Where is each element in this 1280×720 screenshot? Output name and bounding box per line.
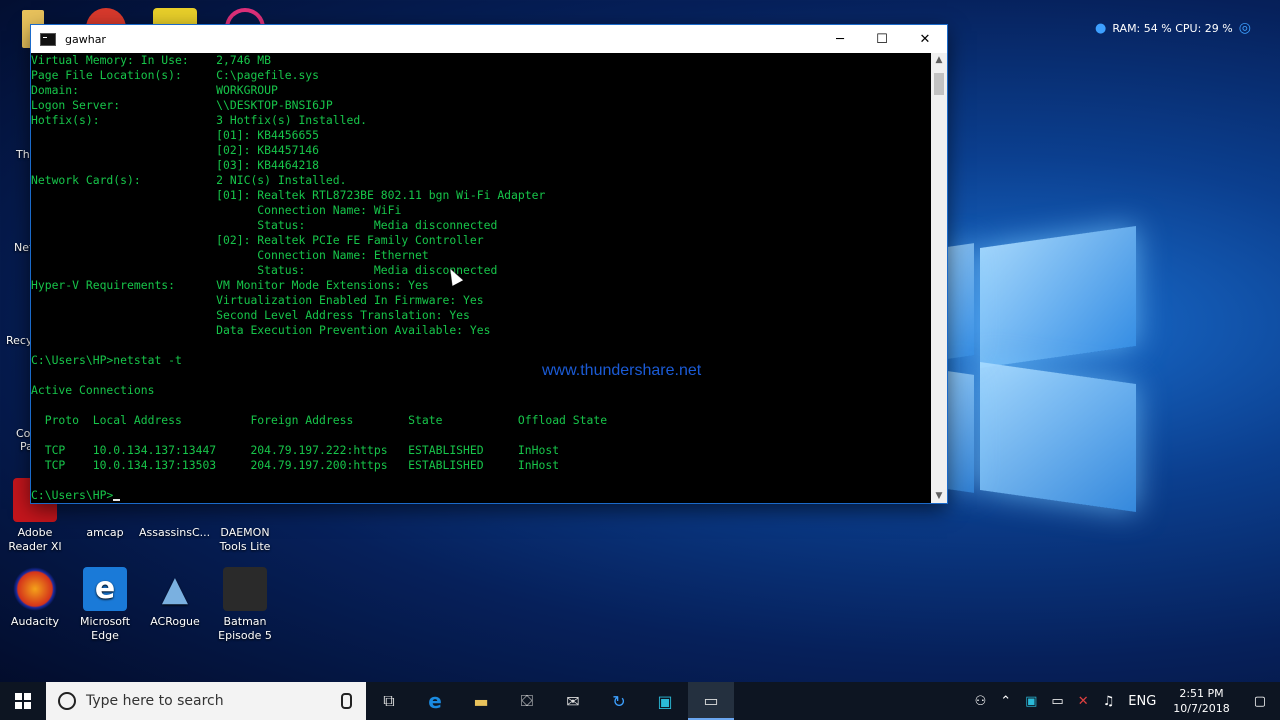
mail-icon[interactable]: ✉ xyxy=(550,682,596,720)
command-prompt-window[interactable]: gawhar ─ ☐ ✕ Virtual Memory: In Use: 2,7… xyxy=(31,25,947,503)
console-line: [02]: KB4457146 xyxy=(31,143,320,157)
console-line: C:\Users\HP> xyxy=(31,488,931,503)
desktop-icon-edge[interactable]: e Microsoft Edge xyxy=(70,567,140,643)
console-line: Network Card(s): 2 NIC(s) Installed. xyxy=(31,173,347,187)
file-explorer-icon[interactable]: ▬ xyxy=(458,682,504,720)
scroll-up-arrow-icon[interactable]: ▲ xyxy=(931,53,947,67)
rocket-icon[interactable]: ● xyxy=(1095,21,1106,36)
console-line: TCP 10.0.134.137:13447 204.79.197.222:ht… xyxy=(31,443,560,457)
windows-start-icon xyxy=(15,693,31,709)
console-line: Hyper-V Requirements: VM Monitor Mode Ex… xyxy=(31,278,429,292)
console-line: Domain: WORKGROUP xyxy=(31,83,278,97)
console-line: Connection Name: WiFi xyxy=(31,203,402,217)
text-cursor xyxy=(113,499,121,501)
console-line: Hotfix(s): 3 Hotfix(s) Installed. xyxy=(31,113,368,127)
language-indicator[interactable]: ENG xyxy=(1121,694,1163,709)
taskbar: Type here to search ⧉ e ▬ ⛋ ✉ ↻ ▣ ▭ ⚇ ⌃ … xyxy=(0,682,1280,720)
cmd-taskbar-icon[interactable]: ▭ xyxy=(688,682,734,720)
console-line: [01]: KB4456655 xyxy=(31,128,320,142)
desktop-icon-audacity[interactable]: Audacity xyxy=(0,567,70,629)
console-line: Logon Server: \\DESKTOP-BNSI6JP xyxy=(31,98,333,112)
console-line: Status: Media disconnected xyxy=(31,263,498,277)
screen-recorder-icon[interactable]: ▣ xyxy=(642,682,688,720)
console-line: [02]: Realtek PCIe FE Family Controller xyxy=(31,233,484,247)
tray-app-icon[interactable]: ▣ xyxy=(1018,694,1044,709)
microphone-icon[interactable] xyxy=(341,693,352,709)
console-line: Virtualization Enabled In Firmware: Yes xyxy=(31,293,484,307)
windows-logo-wallpaper xyxy=(948,215,1143,515)
volume-icon[interactable]: ♫ xyxy=(1096,694,1122,709)
desktop-icon-batman[interactable]: Batman Episode 5 xyxy=(210,567,280,643)
search-placeholder: Type here to search xyxy=(86,693,224,709)
cortana-icon xyxy=(58,692,76,710)
clock[interactable]: 2:51 PM 10/7/2018 xyxy=(1163,686,1239,716)
vertical-scrollbar[interactable]: ▲ ▼ xyxy=(931,53,947,503)
start-button[interactable] xyxy=(0,682,46,720)
console-line: [03]: KB4464218 xyxy=(31,158,320,172)
desktop-label-partial: Co xyxy=(16,427,31,440)
window-titlebar[interactable]: gawhar ─ ☐ ✕ xyxy=(31,25,947,53)
scroll-down-arrow-icon[interactable]: ▼ xyxy=(931,489,947,503)
scrollbar-thumb[interactable] xyxy=(934,73,944,95)
console-line: Second Level Address Translation: Yes xyxy=(31,308,470,322)
console-line: [01]: Realtek RTL8723BE 802.11 bgn Wi-Fi… xyxy=(31,188,546,202)
clock-time: 2:51 PM xyxy=(1179,687,1224,700)
minimize-button[interactable]: ─ xyxy=(818,25,862,53)
console-line: Active Connections xyxy=(31,383,155,397)
ram-cpu-readout: RAM: 54 % CPU: 29 % xyxy=(1112,21,1233,35)
task-view-icon[interactable]: ⧉ xyxy=(366,682,412,720)
battery-icon[interactable]: ▭ xyxy=(1044,694,1070,709)
console-line: Virtual Memory: In Use: 2,746 MB xyxy=(31,53,272,67)
batman-icon xyxy=(223,567,267,611)
acrogue-icon: ▲ xyxy=(161,569,189,609)
console-line: Status: Media disconnected xyxy=(31,218,498,232)
action-center-icon[interactable]: ▢ xyxy=(1240,694,1280,709)
audacity-icon xyxy=(13,567,57,611)
desktop-label-partial: Recy xyxy=(6,334,33,347)
window-title: gawhar xyxy=(65,32,106,46)
speed-icon[interactable]: ◎ xyxy=(1239,20,1251,36)
system-tray: ⚇ ⌃ ▣ ▭ ✕ ♫ ENG 2:51 PM 10/7/2018 ▢ xyxy=(968,682,1280,720)
taskbar-search-box[interactable]: Type here to search xyxy=(46,682,366,720)
edge-taskbar-icon[interactable]: e xyxy=(412,682,458,720)
close-button[interactable]: ✕ xyxy=(903,25,947,53)
console-line: Page File Location(s): C:\pagefile.sys xyxy=(31,68,320,82)
desktop-icon-acrogue[interactable]: ▲ ACRogue xyxy=(140,567,210,629)
network-disconnected-icon[interactable]: ✕ xyxy=(1071,694,1096,709)
console-line: Proto Local Address Foreign Address Stat… xyxy=(31,413,608,427)
console-line: Data Execution Prevention Available: Yes xyxy=(31,323,491,337)
maximize-button[interactable]: ☐ xyxy=(860,25,904,53)
clock-date: 10/7/2018 xyxy=(1173,702,1230,715)
console-line: C:\Users\HP>netstat -t xyxy=(31,353,182,367)
watermark-text: www.thundershare.net xyxy=(542,362,702,379)
system-stats-overlay: ● RAM: 54 % CPU: 29 % ◎ xyxy=(1095,20,1251,36)
show-hidden-icons-chevron-up-icon[interactable]: ⌃ xyxy=(993,694,1018,709)
console-output[interactable]: Virtual Memory: In Use: 2,746 MB Page Fil… xyxy=(31,53,931,503)
edge-icon: e xyxy=(83,567,127,611)
cmd-icon xyxy=(40,32,56,46)
app-refresh-icon[interactable]: ↻ xyxy=(596,682,642,720)
store-icon[interactable]: ⛋ xyxy=(504,682,550,720)
console-line: TCP 10.0.134.137:13503 204.79.197.200:ht… xyxy=(31,458,560,472)
console-line: Connection Name: Ethernet xyxy=(31,248,429,262)
people-icon[interactable]: ⚇ xyxy=(968,694,994,709)
